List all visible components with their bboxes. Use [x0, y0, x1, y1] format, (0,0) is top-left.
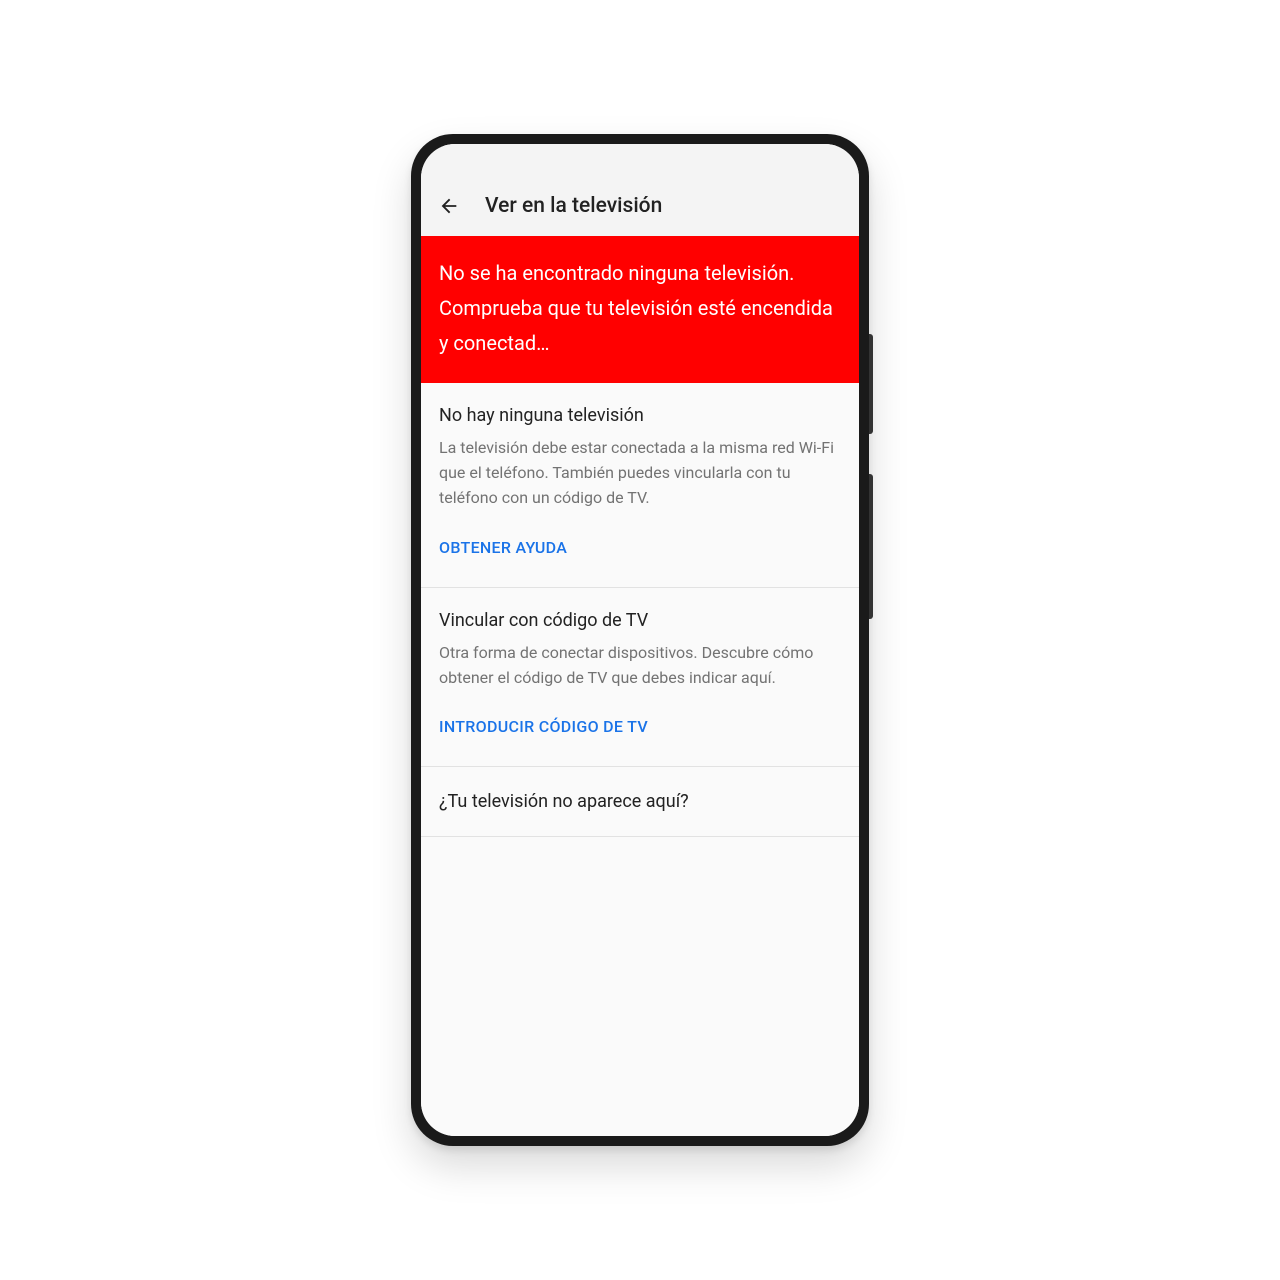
phone-screen: Ver en la televisión No se ha encontrado… [421, 144, 859, 1136]
status-bar [421, 144, 859, 180]
arrow-left-icon [438, 195, 460, 217]
phone-side-button [869, 334, 873, 434]
empty-area [421, 837, 859, 1136]
page-title: Ver en la televisión [485, 194, 662, 218]
phone-frame: Ver en la televisión No se ha encontrado… [411, 134, 869, 1146]
enter-tv-code-link[interactable]: INTRODUCIR CÓDIGO DE TV [439, 717, 648, 736]
section-tv-not-showing[interactable]: ¿Tu televisión no aparece aquí? [421, 767, 859, 837]
section-tv-code: Vincular con código de TV Otra forma de … [421, 588, 859, 767]
app-header: Ver en la televisión [421, 180, 859, 236]
section-body: Otra forma de conectar dispositivos. Des… [439, 641, 841, 691]
section-no-tv: No hay ninguna televisión La televisión … [421, 383, 859, 588]
alert-message: No se ha encontrado ninguna televisión. … [439, 261, 833, 355]
alert-banner: No se ha encontrado ninguna televisión. … [421, 236, 859, 383]
section-title: No hay ninguna televisión [439, 405, 841, 426]
question-text: ¿Tu televisión no aparece aquí? [439, 791, 841, 812]
phone-side-button [869, 474, 873, 619]
section-title: Vincular con código de TV [439, 610, 841, 631]
back-button[interactable] [437, 194, 461, 218]
get-help-link[interactable]: OBTENER AYUDA [439, 538, 567, 557]
section-body: La televisión debe estar conectada a la … [439, 436, 841, 510]
